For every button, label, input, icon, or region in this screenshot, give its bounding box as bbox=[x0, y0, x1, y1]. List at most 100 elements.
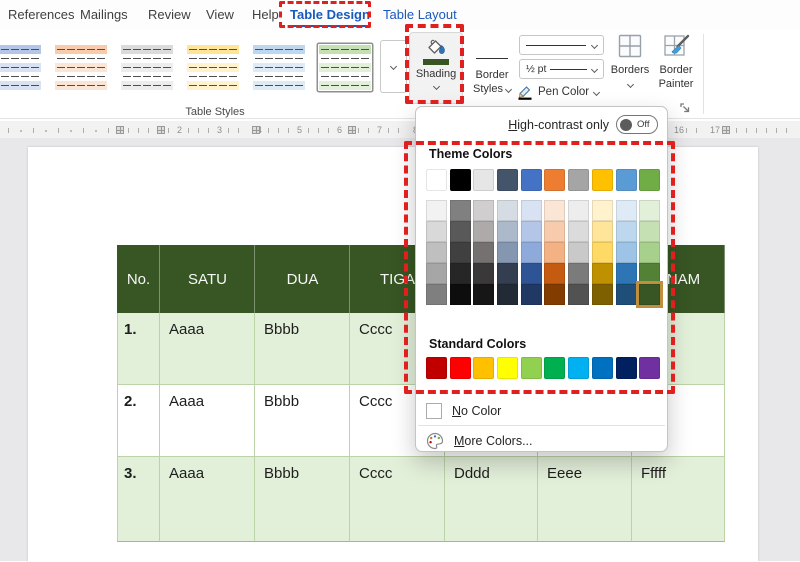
menu-tab-mailings[interactable]: Mailings bbox=[80, 7, 128, 22]
table-header-cell[interactable]: No. bbox=[117, 245, 160, 313]
table-style-light-blue[interactable] bbox=[252, 44, 306, 91]
theme-color-variant-swatch[interactable] bbox=[426, 284, 447, 305]
theme-color-variant-swatch[interactable] bbox=[616, 284, 637, 305]
standard-color-swatch[interactable] bbox=[450, 357, 471, 379]
theme-color-variant-swatch[interactable] bbox=[639, 263, 660, 284]
theme-color-variant-swatch[interactable] bbox=[568, 221, 589, 242]
theme-color-variant-swatch[interactable] bbox=[592, 221, 613, 242]
theme-color-variant-swatch[interactable] bbox=[544, 284, 565, 305]
menu-tab-view[interactable]: View bbox=[206, 7, 234, 22]
border-styles-button[interactable]: Border Styles bbox=[468, 30, 516, 96]
theme-color-variant-swatch[interactable] bbox=[521, 242, 542, 263]
theme-color-variant-swatch[interactable] bbox=[592, 242, 613, 263]
theme-color-swatch[interactable] bbox=[544, 169, 565, 191]
theme-color-swatch[interactable] bbox=[473, 169, 494, 191]
theme-color-variant-swatch[interactable] bbox=[592, 263, 613, 284]
menu-tab-help[interactable]: Help bbox=[252, 7, 279, 22]
theme-color-variant-swatch[interactable] bbox=[616, 200, 637, 221]
table-cell[interactable]: Aaaa bbox=[160, 385, 255, 457]
theme-color-variant-swatch[interactable] bbox=[450, 221, 471, 242]
theme-color-variant-swatch[interactable] bbox=[497, 221, 518, 242]
table-cell[interactable]: 2. bbox=[117, 385, 160, 457]
theme-color-variant-swatch[interactable] bbox=[473, 263, 494, 284]
pen-color-button[interactable]: Pen Color bbox=[517, 82, 599, 102]
table-style-green-selected[interactable] bbox=[318, 44, 372, 91]
theme-color-swatch[interactable] bbox=[616, 169, 637, 191]
line-style-combobox[interactable] bbox=[519, 35, 604, 55]
theme-color-variant-swatch[interactable] bbox=[521, 284, 542, 305]
theme-color-variant-swatch[interactable] bbox=[497, 284, 518, 305]
more-colors-option[interactable]: More Colors... bbox=[426, 430, 533, 451]
standard-color-swatch[interactable] bbox=[616, 357, 637, 379]
table-style-yellow[interactable] bbox=[186, 44, 240, 91]
theme-color-variant-swatch[interactable] bbox=[473, 221, 494, 242]
table-header-cell[interactable]: DUA bbox=[255, 245, 350, 313]
border-painter-button[interactable]: Border Painter bbox=[653, 33, 699, 91]
theme-color-variant-swatch[interactable] bbox=[568, 242, 589, 263]
gallery-more-button[interactable] bbox=[380, 40, 407, 93]
theme-color-swatch[interactable] bbox=[568, 169, 589, 191]
table-cell[interactable]: Fffff bbox=[632, 457, 725, 542]
standard-color-swatch[interactable] bbox=[473, 357, 494, 379]
theme-color-variant-swatch[interactable] bbox=[426, 263, 447, 284]
theme-color-variant-swatch[interactable] bbox=[544, 221, 565, 242]
theme-color-variant-swatch[interactable] bbox=[426, 200, 447, 221]
theme-color-variant-swatch[interactable] bbox=[616, 263, 637, 284]
theme-color-variant-swatch[interactable] bbox=[450, 242, 471, 263]
table-cell[interactable]: Bbbb bbox=[255, 313, 350, 385]
theme-color-variant-swatch[interactable] bbox=[544, 263, 565, 284]
theme-color-variant-swatch[interactable] bbox=[521, 221, 542, 242]
standard-color-swatch[interactable] bbox=[426, 357, 447, 379]
dialog-launcher-icon[interactable] bbox=[679, 101, 691, 113]
theme-color-variant-swatch[interactable] bbox=[450, 263, 471, 284]
theme-color-variant-swatch[interactable] bbox=[616, 242, 637, 263]
table-cell[interactable]: 3. bbox=[117, 457, 160, 542]
menu-tab-table-layout[interactable]: Table Layout bbox=[383, 7, 457, 22]
theme-color-variant-swatch[interactable] bbox=[426, 221, 447, 242]
selected-color-swatch[interactable] bbox=[639, 284, 660, 305]
theme-color-variant-swatch[interactable] bbox=[450, 200, 471, 221]
theme-color-swatch[interactable] bbox=[426, 169, 447, 191]
table-cell[interactable]: Dddd bbox=[445, 457, 538, 542]
theme-color-swatch[interactable] bbox=[592, 169, 613, 191]
theme-color-variant-swatch[interactable] bbox=[426, 242, 447, 263]
standard-color-swatch[interactable] bbox=[521, 357, 542, 379]
table-cell[interactable]: Aaaa bbox=[160, 313, 255, 385]
theme-color-variant-swatch[interactable] bbox=[568, 284, 589, 305]
theme-color-variant-swatch[interactable] bbox=[639, 242, 660, 263]
theme-color-variant-swatch[interactable] bbox=[521, 263, 542, 284]
table-cell[interactable]: Bbbb bbox=[255, 385, 350, 457]
theme-color-variant-swatch[interactable] bbox=[592, 200, 613, 221]
table-style-blue[interactable] bbox=[0, 44, 42, 91]
theme-color-variant-swatch[interactable] bbox=[497, 200, 518, 221]
theme-color-swatch[interactable] bbox=[450, 169, 471, 191]
theme-color-variant-swatch[interactable] bbox=[473, 284, 494, 305]
theme-color-variant-swatch[interactable] bbox=[639, 200, 660, 221]
borders-button[interactable]: Borders bbox=[609, 33, 651, 91]
table-style-gray[interactable] bbox=[120, 44, 174, 91]
theme-color-variant-swatch[interactable] bbox=[544, 200, 565, 221]
table-cell[interactable]: Aaaa bbox=[160, 457, 255, 542]
theme-color-variant-swatch[interactable] bbox=[544, 242, 565, 263]
standard-color-swatch[interactable] bbox=[544, 357, 565, 379]
theme-color-variant-swatch[interactable] bbox=[521, 200, 542, 221]
table-cell[interactable]: Bbbb bbox=[255, 457, 350, 542]
theme-color-variant-swatch[interactable] bbox=[473, 242, 494, 263]
line-weight-combobox[interactable]: ½ pt bbox=[519, 59, 604, 79]
standard-color-swatch[interactable] bbox=[592, 357, 613, 379]
theme-color-variant-swatch[interactable] bbox=[592, 284, 613, 305]
no-color-option[interactable]: No Color bbox=[426, 400, 501, 421]
theme-color-swatch[interactable] bbox=[521, 169, 542, 191]
shading-button[interactable]: Shading bbox=[409, 32, 463, 104]
theme-color-variant-swatch[interactable] bbox=[473, 200, 494, 221]
table-cell[interactable]: 1. bbox=[117, 313, 160, 385]
standard-color-swatch[interactable] bbox=[639, 357, 660, 379]
theme-color-variant-swatch[interactable] bbox=[497, 263, 518, 284]
menu-tab-references[interactable]: References bbox=[8, 7, 74, 22]
standard-color-swatch[interactable] bbox=[568, 357, 589, 379]
theme-color-variant-swatch[interactable] bbox=[497, 242, 518, 263]
high-contrast-toggle[interactable]: Off bbox=[616, 115, 658, 134]
menu-tab-table-design[interactable]: Table Design bbox=[290, 7, 370, 22]
theme-color-variant-swatch[interactable] bbox=[568, 263, 589, 284]
table-cell[interactable]: Eeee bbox=[538, 457, 632, 542]
